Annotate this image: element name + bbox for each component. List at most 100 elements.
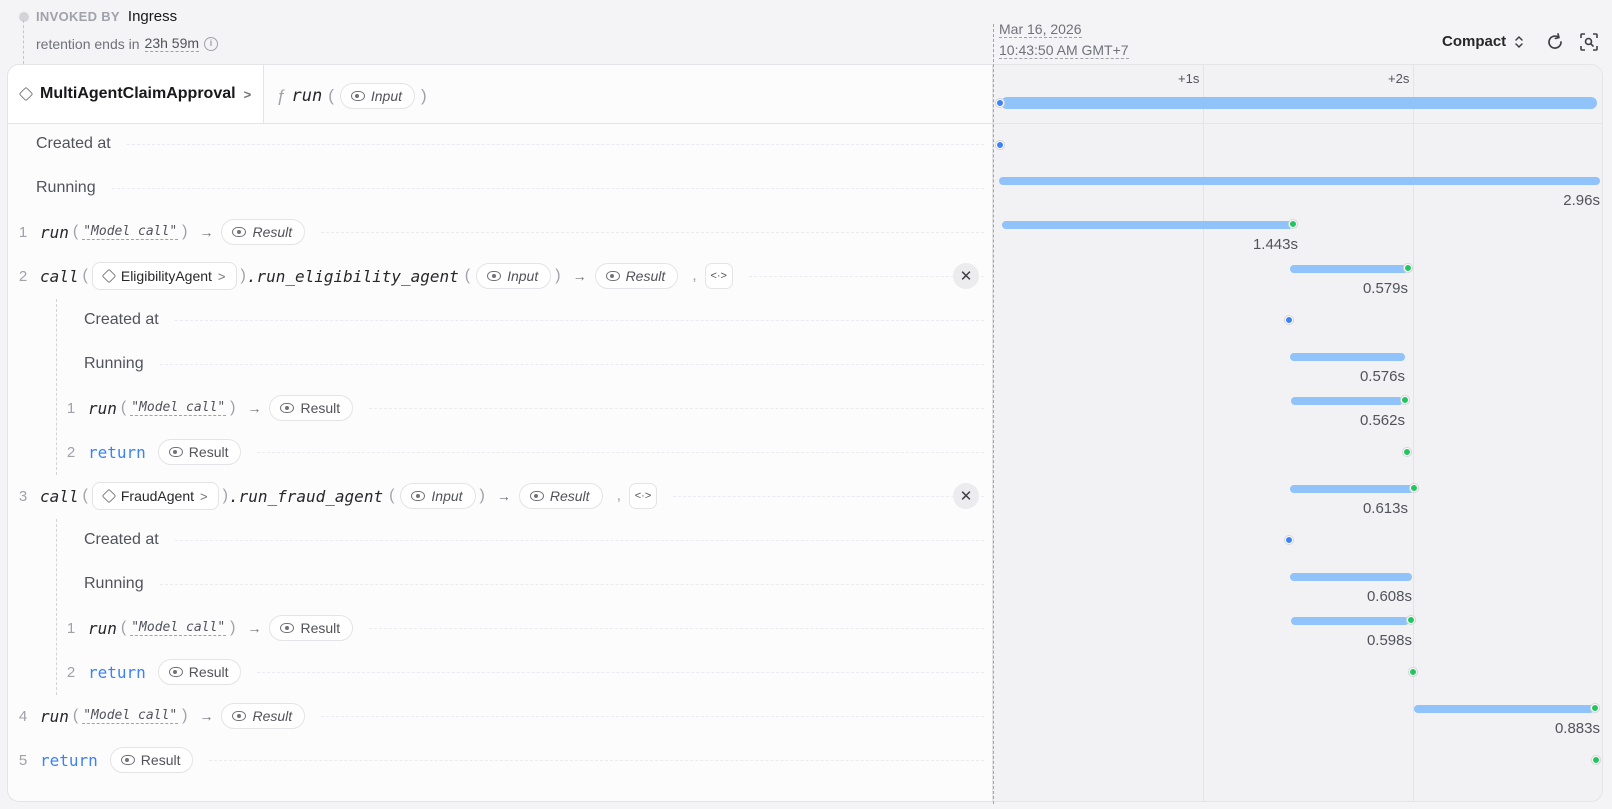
step-2-1-bar[interactable] <box>1291 397 1403 405</box>
row-step-2-2[interactable]: 2 return Result <box>8 430 992 474</box>
arrow-right-icon: → <box>247 620 262 636</box>
eye-icon <box>487 271 502 281</box>
step-3-1-end-dot <box>1407 616 1415 624</box>
eye-icon <box>168 447 183 457</box>
step-1-bar[interactable] <box>1002 221 1293 229</box>
step-3-running-duration: 0.608s <box>1366 588 1412 605</box>
start-marker-line <box>993 24 994 804</box>
retention-prefix: retention ends in <box>36 35 140 52</box>
created-at-dot <box>996 141 1004 149</box>
service-breadcrumb[interactable]: MultiAgentClaimApproval > <box>8 65 264 123</box>
start-date[interactable]: Mar 16, 2026 <box>999 21 1082 38</box>
row-step-3-2[interactable]: 2 return Result <box>8 650 992 694</box>
eye-icon <box>232 711 247 721</box>
overall-start-dot <box>996 99 1004 107</box>
row-step-3[interactable]: 3 call ( FraudAgent > ) .run_fraud_agent … <box>8 474 992 518</box>
step-1-result-pill[interactable]: Result <box>221 219 306 245</box>
cube-icon <box>101 268 117 284</box>
invoked-by: INVOKED BY Ingress <box>36 8 177 25</box>
chevron-right-icon: > <box>217 268 226 284</box>
step-3-1-duration: 0.598s <box>1366 632 1412 649</box>
step-3-1-bar[interactable] <box>1291 617 1409 625</box>
retention: retention ends in 23h 59m i <box>36 35 219 52</box>
close-icon[interactable]: ✕ <box>953 263 979 289</box>
row-step-1[interactable]: 1 run ( "Model call" ) → Result <box>8 210 992 254</box>
timeline-area <box>992 65 1602 801</box>
row-step-3-running: Running <box>8 562 992 606</box>
eye-icon <box>280 403 295 413</box>
arrow-right-icon: → <box>199 708 214 724</box>
eye-icon <box>350 91 365 101</box>
step-2-duration: 0.579s <box>1362 280 1408 297</box>
step-4-end-dot <box>1591 704 1599 712</box>
eye-icon <box>529 491 544 501</box>
handler-name: run <box>291 86 323 106</box>
row-step-5[interactable]: 5 return Result <box>8 738 992 782</box>
eye-icon <box>411 491 426 501</box>
step-5-result-pill[interactable]: Result <box>109 747 194 773</box>
row-created-at: Created at <box>8 122 992 166</box>
running-bar[interactable] <box>999 177 1600 185</box>
step-2-running-bar[interactable] <box>1290 353 1405 361</box>
grid-line-1s <box>1203 65 1204 801</box>
step-4-bar[interactable] <box>1414 705 1594 713</box>
chevron-up-down-icon <box>1515 35 1523 48</box>
view-mode-label: Compact <box>1442 33 1507 50</box>
step-2-1-arg[interactable]: "Model call" <box>130 400 227 416</box>
function-icon: ƒ <box>276 86 286 105</box>
eye-icon <box>280 623 295 633</box>
step-3-result-pill[interactable]: Result <box>518 483 603 509</box>
step-2-running-duration: 0.576s <box>1359 368 1405 385</box>
view-mode-select[interactable]: Compact <box>1442 33 1524 50</box>
info-icon[interactable]: i <box>204 36 219 51</box>
invoker-dot <box>19 12 29 22</box>
chevron-right-icon: > <box>200 488 208 504</box>
cube-icon <box>18 86 34 102</box>
input-pill[interactable]: Input <box>339 83 415 109</box>
step-4-arg[interactable]: "Model call" <box>82 708 179 724</box>
row-step-2[interactable]: 2 call ( EligibilityAgent > ) .run_eligib… <box>8 254 992 298</box>
step-4-duration: 0.883s <box>1554 720 1600 737</box>
step-2-1-result-pill[interactable]: Result <box>269 395 354 421</box>
step-3-end-dot <box>1410 484 1418 492</box>
step-2-input-pill[interactable]: Input <box>476 263 552 289</box>
code-expand-icon[interactable]: <·> <box>629 483 658 509</box>
step-3-input-pill[interactable]: Input <box>400 483 476 509</box>
step-3-2-result-pill[interactable]: Result <box>157 659 242 685</box>
eye-icon <box>168 667 183 677</box>
arrow-right-icon: → <box>247 400 262 416</box>
start-time[interactable]: 10:43:50 AM GMT+7 <box>999 42 1129 59</box>
step-2-2-result-pill[interactable]: Result <box>157 439 242 465</box>
handler-signature: ƒ run ( Input ) <box>276 83 427 109</box>
step-1-duration: 1.443s <box>1252 236 1298 253</box>
refresh-icon[interactable] <box>1545 32 1565 52</box>
step-3-running-bar[interactable] <box>1290 573 1412 581</box>
step-3-bar[interactable] <box>1290 485 1414 493</box>
step-3-1-arg[interactable]: "Model call" <box>130 620 227 636</box>
focus-zoom-icon[interactable] <box>1579 32 1599 52</box>
cube-icon <box>101 488 117 504</box>
eye-icon <box>232 227 247 237</box>
arrow-right-icon: → <box>496 488 511 504</box>
overall-duration-bar[interactable] <box>1001 97 1597 109</box>
step-4-result-pill[interactable]: Result <box>221 703 306 729</box>
row-step-2-1[interactable]: 1 run ( "Model call" ) → Result <box>8 386 992 430</box>
step-2-bar[interactable] <box>1290 265 1408 273</box>
row-step-4[interactable]: 4 run ( "Model call" ) → Result <box>8 694 992 738</box>
step-3-1-result-pill[interactable]: Result <box>269 615 354 641</box>
invoked-by-value[interactable]: Ingress <box>128 8 177 25</box>
step-3-2-dot <box>1409 668 1417 676</box>
row-step-3-created-at: Created at <box>8 518 992 562</box>
row-step-3-1[interactable]: 1 run ( "Model call" ) → Result <box>8 606 992 650</box>
step-5-dot <box>1592 756 1600 764</box>
step-2-result-pill[interactable]: Result <box>594 263 679 289</box>
step-2-2-dot <box>1403 448 1411 456</box>
eligibility-agent-link[interactable]: EligibilityAgent > <box>91 262 237 290</box>
service-name: MultiAgentClaimApproval <box>40 85 236 102</box>
retention-duration[interactable]: 23h 59m <box>144 35 200 52</box>
fraud-agent-link[interactable]: FraudAgent > <box>91 482 219 510</box>
close-icon[interactable]: ✕ <box>953 483 979 509</box>
row-step-2-created-at: Created at <box>8 298 992 342</box>
step-1-arg[interactable]: "Model call" <box>82 224 179 240</box>
code-expand-icon[interactable]: <·> <box>704 263 733 289</box>
